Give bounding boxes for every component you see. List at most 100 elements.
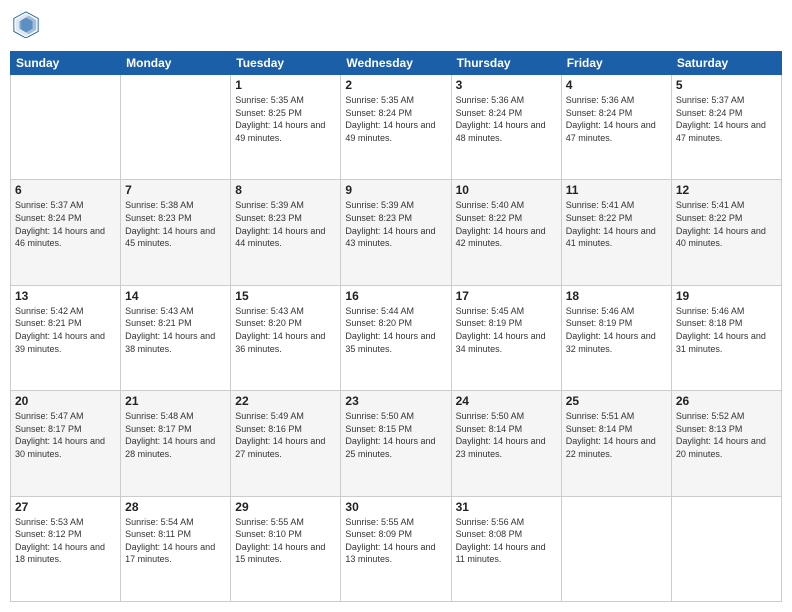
day-cell: 18 Sunrise: 5:46 AMSunset: 8:19 PMDaylig…	[561, 285, 671, 390]
day-number: 28	[125, 500, 226, 514]
day-info: Sunrise: 5:43 AMSunset: 8:21 PMDaylight:…	[125, 305, 226, 355]
day-number: 15	[235, 289, 336, 303]
day-number: 1	[235, 78, 336, 92]
logo-icon	[12, 10, 40, 38]
day-number: 8	[235, 183, 336, 197]
weekday-header-friday: Friday	[561, 52, 671, 75]
day-info: Sunrise: 5:42 AMSunset: 8:21 PMDaylight:…	[15, 305, 116, 355]
day-cell: 3 Sunrise: 5:36 AMSunset: 8:24 PMDayligh…	[451, 75, 561, 180]
day-number: 11	[566, 183, 667, 197]
day-cell: 13 Sunrise: 5:42 AMSunset: 8:21 PMDaylig…	[11, 285, 121, 390]
day-cell: 30 Sunrise: 5:55 AMSunset: 8:09 PMDaylig…	[341, 496, 451, 601]
day-number: 4	[566, 78, 667, 92]
day-cell: 28 Sunrise: 5:54 AMSunset: 8:11 PMDaylig…	[121, 496, 231, 601]
day-cell: 1 Sunrise: 5:35 AMSunset: 8:25 PMDayligh…	[231, 75, 341, 180]
day-info: Sunrise: 5:41 AMSunset: 8:22 PMDaylight:…	[566, 199, 667, 249]
day-number: 31	[456, 500, 557, 514]
day-number: 24	[456, 394, 557, 408]
header	[10, 10, 782, 43]
day-cell: 21 Sunrise: 5:48 AMSunset: 8:17 PMDaylig…	[121, 391, 231, 496]
day-cell	[11, 75, 121, 180]
day-info: Sunrise: 5:53 AMSunset: 8:12 PMDaylight:…	[15, 516, 116, 566]
day-info: Sunrise: 5:52 AMSunset: 8:13 PMDaylight:…	[676, 410, 777, 460]
day-info: Sunrise: 5:56 AMSunset: 8:08 PMDaylight:…	[456, 516, 557, 566]
day-cell: 20 Sunrise: 5:47 AMSunset: 8:17 PMDaylig…	[11, 391, 121, 496]
day-number: 3	[456, 78, 557, 92]
day-cell: 26 Sunrise: 5:52 AMSunset: 8:13 PMDaylig…	[671, 391, 781, 496]
day-cell: 27 Sunrise: 5:53 AMSunset: 8:12 PMDaylig…	[11, 496, 121, 601]
day-cell: 23 Sunrise: 5:50 AMSunset: 8:15 PMDaylig…	[341, 391, 451, 496]
day-info: Sunrise: 5:45 AMSunset: 8:19 PMDaylight:…	[456, 305, 557, 355]
week-row-3: 13 Sunrise: 5:42 AMSunset: 8:21 PMDaylig…	[11, 285, 782, 390]
day-info: Sunrise: 5:43 AMSunset: 8:20 PMDaylight:…	[235, 305, 336, 355]
day-cell: 14 Sunrise: 5:43 AMSunset: 8:21 PMDaylig…	[121, 285, 231, 390]
day-number: 25	[566, 394, 667, 408]
day-number: 27	[15, 500, 116, 514]
day-cell: 9 Sunrise: 5:39 AMSunset: 8:23 PMDayligh…	[341, 180, 451, 285]
day-number: 2	[345, 78, 446, 92]
day-info: Sunrise: 5:39 AMSunset: 8:23 PMDaylight:…	[235, 199, 336, 249]
weekday-header-sunday: Sunday	[11, 52, 121, 75]
day-cell: 7 Sunrise: 5:38 AMSunset: 8:23 PMDayligh…	[121, 180, 231, 285]
weekday-header-tuesday: Tuesday	[231, 52, 341, 75]
day-info: Sunrise: 5:50 AMSunset: 8:15 PMDaylight:…	[345, 410, 446, 460]
day-info: Sunrise: 5:48 AMSunset: 8:17 PMDaylight:…	[125, 410, 226, 460]
day-info: Sunrise: 5:36 AMSunset: 8:24 PMDaylight:…	[566, 94, 667, 144]
day-info: Sunrise: 5:38 AMSunset: 8:23 PMDaylight:…	[125, 199, 226, 249]
day-number: 12	[676, 183, 777, 197]
day-cell	[671, 496, 781, 601]
day-cell: 25 Sunrise: 5:51 AMSunset: 8:14 PMDaylig…	[561, 391, 671, 496]
day-cell: 12 Sunrise: 5:41 AMSunset: 8:22 PMDaylig…	[671, 180, 781, 285]
day-cell: 16 Sunrise: 5:44 AMSunset: 8:20 PMDaylig…	[341, 285, 451, 390]
day-info: Sunrise: 5:37 AMSunset: 8:24 PMDaylight:…	[676, 94, 777, 144]
day-info: Sunrise: 5:36 AMSunset: 8:24 PMDaylight:…	[456, 94, 557, 144]
day-cell: 19 Sunrise: 5:46 AMSunset: 8:18 PMDaylig…	[671, 285, 781, 390]
day-cell: 24 Sunrise: 5:50 AMSunset: 8:14 PMDaylig…	[451, 391, 561, 496]
day-number: 9	[345, 183, 446, 197]
day-number: 16	[345, 289, 446, 303]
weekday-header-saturday: Saturday	[671, 52, 781, 75]
day-info: Sunrise: 5:49 AMSunset: 8:16 PMDaylight:…	[235, 410, 336, 460]
day-number: 10	[456, 183, 557, 197]
day-info: Sunrise: 5:55 AMSunset: 8:10 PMDaylight:…	[235, 516, 336, 566]
day-info: Sunrise: 5:39 AMSunset: 8:23 PMDaylight:…	[345, 199, 446, 249]
week-row-2: 6 Sunrise: 5:37 AMSunset: 8:24 PMDayligh…	[11, 180, 782, 285]
day-number: 29	[235, 500, 336, 514]
day-cell: 8 Sunrise: 5:39 AMSunset: 8:23 PMDayligh…	[231, 180, 341, 285]
day-info: Sunrise: 5:46 AMSunset: 8:19 PMDaylight:…	[566, 305, 667, 355]
day-cell: 11 Sunrise: 5:41 AMSunset: 8:22 PMDaylig…	[561, 180, 671, 285]
day-info: Sunrise: 5:35 AMSunset: 8:24 PMDaylight:…	[345, 94, 446, 144]
day-number: 26	[676, 394, 777, 408]
day-info: Sunrise: 5:51 AMSunset: 8:14 PMDaylight:…	[566, 410, 667, 460]
calendar-table: SundayMondayTuesdayWednesdayThursdayFrid…	[10, 51, 782, 602]
page: SundayMondayTuesdayWednesdayThursdayFrid…	[0, 0, 792, 612]
day-info: Sunrise: 5:50 AMSunset: 8:14 PMDaylight:…	[456, 410, 557, 460]
week-row-4: 20 Sunrise: 5:47 AMSunset: 8:17 PMDaylig…	[11, 391, 782, 496]
day-info: Sunrise: 5:46 AMSunset: 8:18 PMDaylight:…	[676, 305, 777, 355]
day-number: 21	[125, 394, 226, 408]
weekday-header-thursday: Thursday	[451, 52, 561, 75]
day-number: 18	[566, 289, 667, 303]
day-number: 30	[345, 500, 446, 514]
day-cell: 29 Sunrise: 5:55 AMSunset: 8:10 PMDaylig…	[231, 496, 341, 601]
day-number: 7	[125, 183, 226, 197]
day-cell	[561, 496, 671, 601]
day-info: Sunrise: 5:35 AMSunset: 8:25 PMDaylight:…	[235, 94, 336, 144]
day-info: Sunrise: 5:44 AMSunset: 8:20 PMDaylight:…	[345, 305, 446, 355]
logo	[10, 10, 40, 43]
day-cell: 31 Sunrise: 5:56 AMSunset: 8:08 PMDaylig…	[451, 496, 561, 601]
day-number: 5	[676, 78, 777, 92]
day-number: 14	[125, 289, 226, 303]
day-cell: 6 Sunrise: 5:37 AMSunset: 8:24 PMDayligh…	[11, 180, 121, 285]
weekday-header-wednesday: Wednesday	[341, 52, 451, 75]
day-cell: 22 Sunrise: 5:49 AMSunset: 8:16 PMDaylig…	[231, 391, 341, 496]
day-number: 22	[235, 394, 336, 408]
day-number: 20	[15, 394, 116, 408]
day-cell: 10 Sunrise: 5:40 AMSunset: 8:22 PMDaylig…	[451, 180, 561, 285]
day-number: 17	[456, 289, 557, 303]
week-row-5: 27 Sunrise: 5:53 AMSunset: 8:12 PMDaylig…	[11, 496, 782, 601]
day-info: Sunrise: 5:47 AMSunset: 8:17 PMDaylight:…	[15, 410, 116, 460]
day-cell: 4 Sunrise: 5:36 AMSunset: 8:24 PMDayligh…	[561, 75, 671, 180]
day-cell: 5 Sunrise: 5:37 AMSunset: 8:24 PMDayligh…	[671, 75, 781, 180]
day-info: Sunrise: 5:37 AMSunset: 8:24 PMDaylight:…	[15, 199, 116, 249]
